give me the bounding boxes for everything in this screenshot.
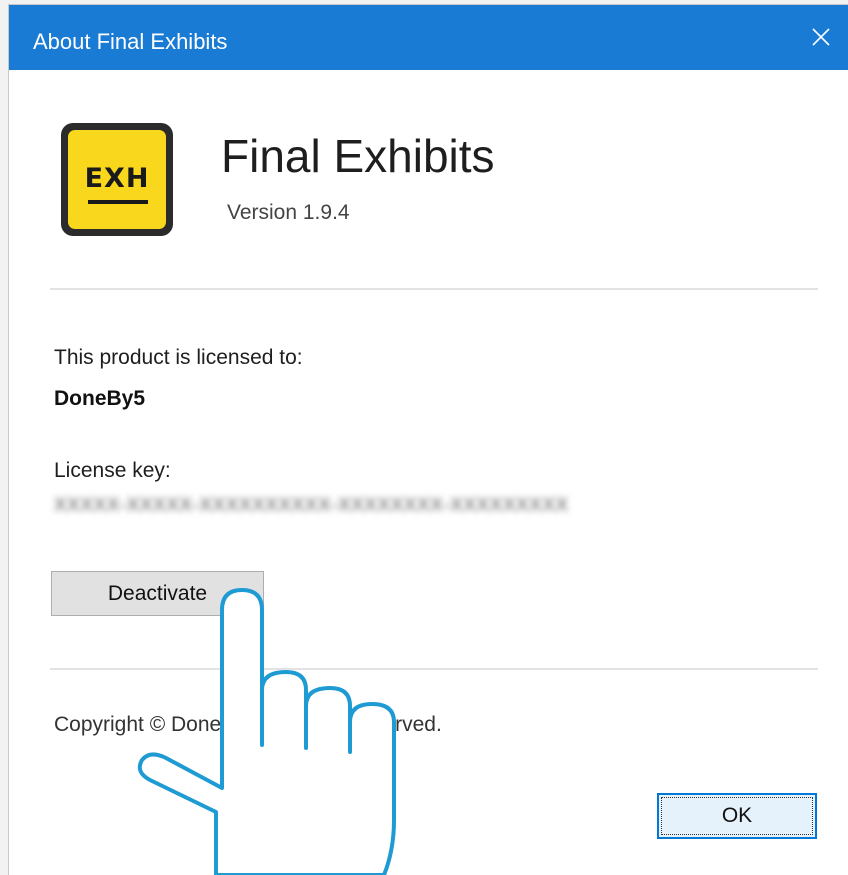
close-icon bbox=[812, 28, 830, 46]
license-key-value: XXXXX-XXXXX-XXXXXXXXXX-XXXXXXXX-XXXXXXXX… bbox=[54, 495, 569, 516]
app-version: Version 1.9.4 bbox=[227, 201, 350, 224]
app-name: Final Exhibits bbox=[221, 130, 495, 182]
divider-top bbox=[50, 288, 818, 290]
app-logo-text: EXH bbox=[84, 163, 150, 194]
license-key-label: License key: bbox=[54, 459, 171, 482]
app-logo: EXH bbox=[61, 123, 173, 236]
title-bar[interactable]: About Final Exhibits bbox=[9, 5, 848, 70]
copyright-text: Copyright © DoneBy5. All rights reserved… bbox=[54, 713, 442, 736]
ok-button[interactable]: OK bbox=[657, 793, 817, 839]
deactivate-button[interactable]: Deactivate bbox=[51, 571, 264, 616]
divider-bottom bbox=[50, 668, 818, 670]
licensed-to-label: This product is licensed to: bbox=[54, 346, 303, 369]
about-dialog: About Final Exhibits EXH Final Exhibits … bbox=[9, 5, 848, 875]
screen: About Final Exhibits EXH Final Exhibits … bbox=[0, 0, 848, 875]
close-button[interactable] bbox=[794, 5, 848, 70]
window-title: About Final Exhibits bbox=[33, 29, 228, 54]
licensee-name: DoneBy5 bbox=[54, 387, 146, 410]
